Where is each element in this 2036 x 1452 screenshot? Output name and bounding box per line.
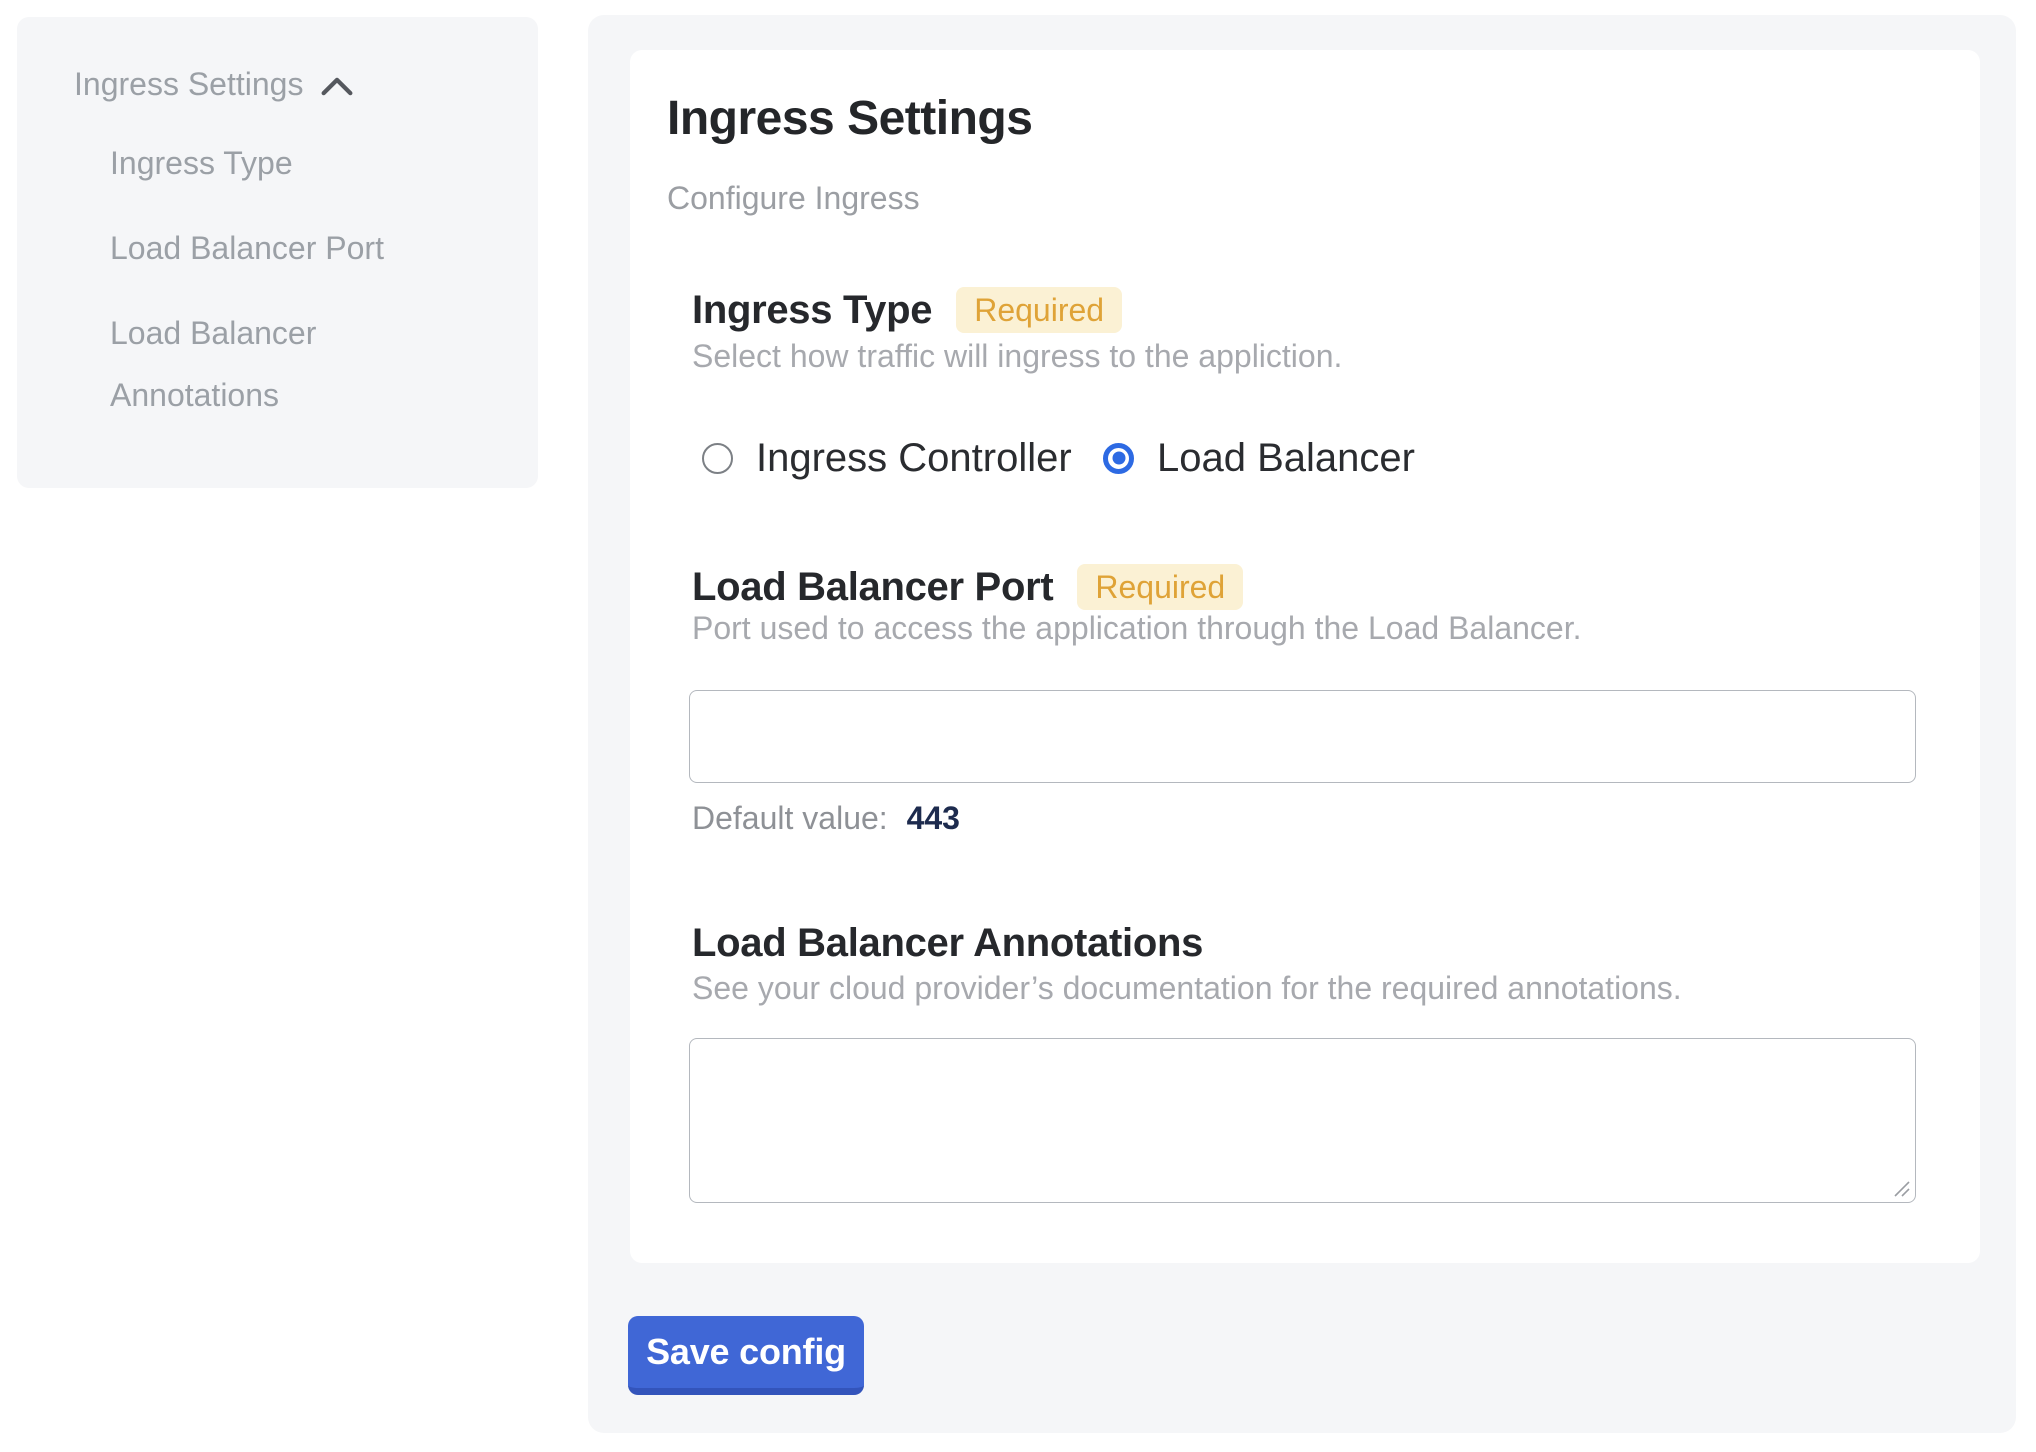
page-title: Ingress Settings — [667, 91, 1032, 147]
sidebar-item-load-balancer-annotations[interactable]: Load Balancer Annotations — [110, 302, 390, 426]
default-value-label: Default value: — [692, 800, 888, 836]
load-balancer-annotations-heading-row: Load Balancer Annotations — [692, 919, 1203, 967]
radio-selected-icon — [1103, 443, 1134, 474]
sidebar-item-load-balancer-port[interactable]: Load Balancer Port — [110, 217, 384, 279]
radio-unselected-icon — [702, 443, 733, 474]
sidebar-item-ingress-type[interactable]: Ingress Type — [110, 132, 293, 194]
load-balancer-port-input[interactable] — [689, 690, 1916, 783]
resize-handle-icon[interactable] — [1893, 1180, 1911, 1198]
sidebar-item-label: Ingress Type — [110, 145, 293, 181]
load-balancer-annotations-field — [689, 1038, 1916, 1203]
sidebar-item-label: Load Balancer Port — [110, 230, 384, 266]
load-balancer-port-heading: Load Balancer Port — [692, 563, 1053, 611]
load-balancer-annotations-textarea[interactable] — [689, 1038, 1916, 1203]
chevron-up-icon — [321, 77, 353, 96]
radio-option-load-balancer[interactable]: Load Balancer — [1103, 434, 1415, 482]
ingress-type-heading-row: Ingress Type Required — [692, 286, 1122, 334]
load-balancer-annotations-description: See your cloud provider’s documentation … — [692, 968, 1682, 1008]
sidebar-item-label: Load Balancer Annotations — [110, 315, 316, 413]
page-subtitle: Configure Ingress — [667, 178, 920, 218]
required-badge: Required — [956, 287, 1122, 333]
ingress-settings-card: Ingress Settings Configure Ingress Ingre… — [630, 50, 1980, 1263]
required-badge: Required — [1077, 564, 1243, 610]
default-value: 443 — [907, 800, 960, 836]
page: Ingress Settings Ingress Type Load Balan… — [0, 0, 2036, 1452]
radio-label: Ingress Controller — [756, 434, 1072, 482]
ingress-type-heading: Ingress Type — [692, 286, 932, 334]
save-config-button[interactable]: Save config — [628, 1316, 864, 1395]
ingress-type-description: Select how traffic will ingress to the a… — [692, 336, 1342, 376]
default-value-line: Default value: 443 — [692, 798, 960, 838]
settings-panel: Ingress Settings Configure Ingress Ingre… — [588, 15, 2016, 1433]
load-balancer-port-description: Port used to access the application thro… — [692, 608, 1581, 648]
load-balancer-annotations-heading: Load Balancer Annotations — [692, 919, 1203, 967]
sidebar-item-ingress-settings[interactable]: Ingress Settings — [74, 64, 353, 104]
radio-option-ingress-controller[interactable]: Ingress Controller — [702, 434, 1072, 482]
settings-nav-sidebar: Ingress Settings Ingress Type Load Balan… — [17, 17, 538, 488]
radio-label: Load Balancer — [1157, 434, 1415, 482]
load-balancer-port-heading-row: Load Balancer Port Required — [692, 563, 1243, 611]
save-config-button-label: Save config — [646, 1331, 846, 1373]
sidebar-item-label: Ingress Settings — [74, 64, 303, 104]
